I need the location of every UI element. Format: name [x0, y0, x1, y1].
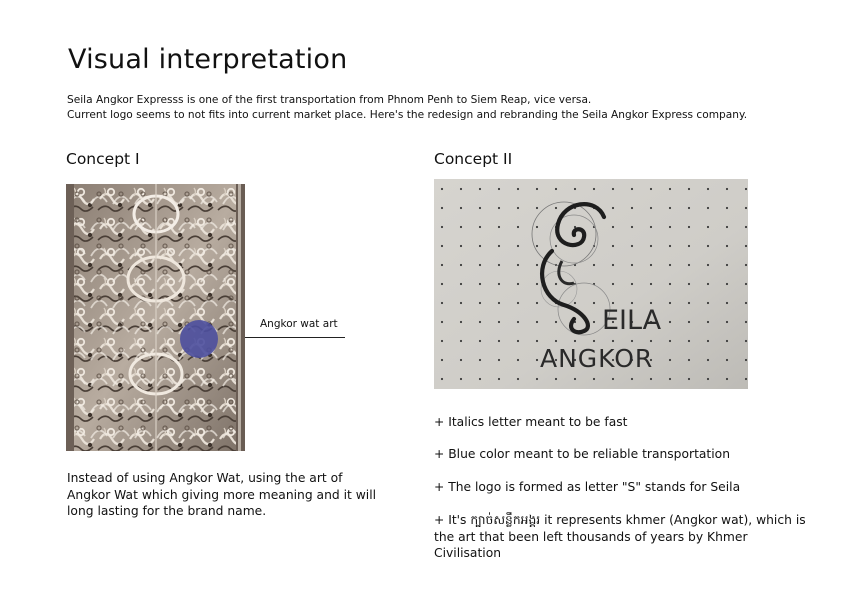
blue-accent-circle: [180, 320, 218, 358]
bullet-item: + The logo is formed as letter "S" stand…: [434, 480, 741, 494]
concept-1-heading: Concept I: [66, 150, 140, 168]
bullet-item: + Italics letter meant to be fast: [434, 415, 628, 429]
bullet-item: + It's ក្បាច់សន្លឹកអង្គរ it represents k…: [434, 513, 806, 560]
page-title: Visual interpretation: [68, 44, 348, 75]
concept-2-heading: Concept II: [434, 150, 513, 168]
bullet-item: + Blue color meant to be reliable transp…: [434, 447, 730, 461]
sketch-text-seila: EILA: [602, 305, 662, 336]
intro-line-2: Current logo seems to not fits into curr…: [67, 109, 748, 121]
annotation-line: [245, 337, 345, 338]
angkor-carving-image: [66, 184, 245, 451]
annotation-label: Angkor wat art: [260, 318, 338, 330]
intro-text: Seila Angkor Expresss is one of the firs…: [67, 93, 827, 123]
logo-sketch-image: EILA ANGKOR: [434, 179, 748, 389]
sketch-text-angkor: ANGKOR: [540, 344, 653, 373]
concept-1-description: Instead of using Angkor Wat, using the a…: [67, 471, 377, 518]
intro-line-1: Seila Angkor Expresss is one of the firs…: [67, 94, 592, 106]
